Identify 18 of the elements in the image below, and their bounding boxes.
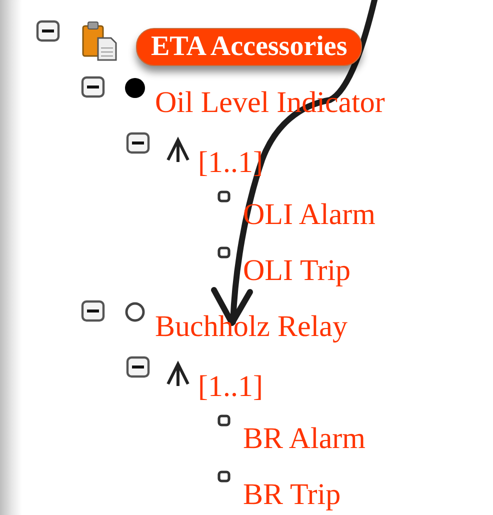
collapse-toggle[interactable] (126, 356, 150, 378)
collapse-toggle[interactable] (126, 132, 150, 154)
leaf-node-icon (217, 190, 231, 204)
fork-icon (164, 358, 192, 386)
tree-node-label[interactable]: BR Alarm (243, 422, 366, 456)
collapse-toggle[interactable] (81, 76, 105, 98)
leaf-node-icon (217, 414, 231, 428)
collapse-toggle[interactable] (81, 300, 105, 322)
leaf-node-icon (217, 246, 231, 260)
fork-icon (164, 134, 192, 162)
collapse-toggle[interactable] (36, 20, 60, 42)
tree-node-label[interactable]: BR Trip (243, 478, 341, 512)
tree-node-label[interactable]: Buchholz Relay (155, 310, 348, 344)
root-node-label[interactable]: ETA Accessories (136, 28, 362, 66)
tree-node-label[interactable]: [1..1] (198, 370, 263, 404)
tree-node-label[interactable]: OLI Trip (243, 254, 351, 288)
leaf-node-icon (217, 470, 231, 484)
clipboard-icon (80, 20, 118, 62)
